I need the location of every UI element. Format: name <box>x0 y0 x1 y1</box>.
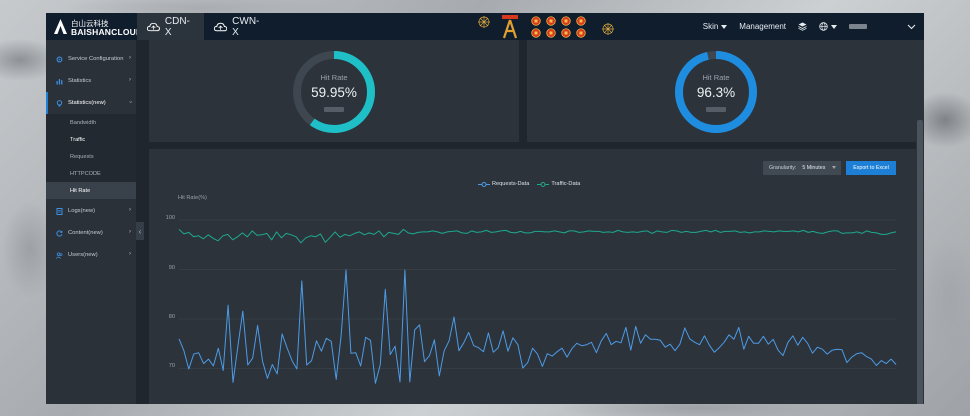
subitem-label: Bandwidth <box>70 119 97 126</box>
sidebar-item-content-new[interactable]: Content(new) › <box>46 222 136 244</box>
chevron-left-icon: ‹ <box>138 226 142 236</box>
chevron-down-icon[interactable] <box>907 24 916 30</box>
subitem-label: HTTPCODE <box>70 170 101 177</box>
hit-rate-card-2: Hit Rate 96.3% <box>527 40 922 142</box>
festive-banner-icon <box>478 15 614 39</box>
skin-label: Skin <box>702 22 719 31</box>
redacted-caption <box>706 107 726 112</box>
bar-chart-icon <box>56 78 63 85</box>
sidebar: Service Configuration › Statistics › Sta… <box>46 40 136 404</box>
sidebar-collapse-toggle[interactable]: ‹ <box>136 222 144 240</box>
globe-icon <box>819 22 828 31</box>
caret-down-icon <box>721 24 728 29</box>
series-line-traffic <box>178 228 897 244</box>
chevron-right-icon: › <box>129 55 131 61</box>
hit-rate-card-1: Hit Rate 59.95% <box>149 40 519 142</box>
brand-name-en: BAISHANCLOUD <box>71 27 143 37</box>
sidebar-item-label: Logs(new) <box>68 208 96 214</box>
chevron-down-icon: › <box>127 101 133 103</box>
gauge-value: 96.3% <box>696 85 736 100</box>
brand-logo[interactable]: 白山云科技 BAISHANCLOUD <box>54 17 142 37</box>
tab-cdn-x[interactable]: CDN-X <box>137 13 204 40</box>
language-menu[interactable] <box>819 22 837 31</box>
sidebar-subitem-httpcode[interactable]: HTTPCODE <box>46 165 136 182</box>
sidebar-subitem-requests[interactable]: Requests <box>46 148 136 165</box>
sidebar-item-label: Users(new) <box>68 252 98 258</box>
cloud-icon <box>147 22 160 31</box>
subitem-label: Traffic <box>70 136 86 143</box>
user-account-redacted[interactable] <box>849 24 867 29</box>
tab-label: CWN-X <box>232 15 260 38</box>
subitem-label: Hit Rate <box>70 187 91 194</box>
management-link[interactable]: Management <box>739 22 786 31</box>
sidebar-item-statistics[interactable]: Statistics › <box>46 70 136 92</box>
chevron-right-icon: › <box>129 229 131 235</box>
cloud-icon <box>214 22 228 31</box>
sidebar-item-label: Statistics(new) <box>68 100 106 106</box>
caret-down-icon <box>831 24 837 29</box>
scrollbar[interactable] <box>916 40 924 404</box>
app-window: 白山云科技 BAISHANCLOUD CDN-X CWN-X Skin Mana… <box>46 13 924 404</box>
chevron-right-icon: › <box>129 207 131 213</box>
redacted-caption <box>324 107 344 112</box>
gauge-title: Hit Rate <box>702 73 730 82</box>
sidebar-item-label: Content(new) <box>68 230 103 236</box>
layers-icon <box>798 22 807 31</box>
gear-icon <box>56 56 63 63</box>
sidebar-subitem-traffic[interactable]: Traffic <box>46 131 136 148</box>
users-icon <box>56 252 63 259</box>
sidebar-item-users-new[interactable]: Users(new) › <box>46 244 136 266</box>
header-actions: Skin Management <box>703 13 924 40</box>
refresh-icon <box>56 229 63 237</box>
document-icon <box>56 207 63 215</box>
sidebar-item-logs-new[interactable]: Logs(new) › <box>46 200 136 222</box>
bulb-icon <box>56 99 63 107</box>
sidebar-subitem-bandwidth[interactable]: Bandwidth <box>46 114 136 131</box>
layers-button[interactable] <box>798 22 807 31</box>
chevron-right-icon: › <box>129 251 131 257</box>
tab-label: CDN-X <box>164 15 190 38</box>
gauge-title: Hit Rate <box>320 73 348 82</box>
sidebar-subitem-hit-rate[interactable]: Hit Rate <box>46 182 136 199</box>
logo-mark-icon <box>54 19 67 34</box>
management-label: Management <box>739 22 786 31</box>
chevron-right-icon: › <box>129 77 131 83</box>
series-line-requests <box>178 269 897 384</box>
line-chart <box>178 219 897 384</box>
subitem-label: Requests <box>70 153 94 160</box>
sidebar-item-label: Service Configuration <box>68 56 124 62</box>
skin-menu[interactable]: Skin <box>703 22 728 31</box>
sidebar-item-service-configuration[interactable]: Service Configuration › <box>46 48 136 70</box>
hit-rate-chart-card: Granularity: 5 Minutes Export to Excel R… <box>149 149 922 404</box>
sidebar-item-label: Statistics <box>68 78 92 84</box>
scrollbar-thumb[interactable] <box>917 120 923 404</box>
top-bar: 白山云科技 BAISHANCLOUD CDN-X CWN-X Skin Mana… <box>46 13 924 40</box>
tab-cwn-x[interactable]: CWN-X <box>204 13 274 40</box>
gauge-value: 59.95% <box>311 85 357 100</box>
sidebar-item-statistics-new[interactable]: Statistics(new) › <box>46 92 136 114</box>
